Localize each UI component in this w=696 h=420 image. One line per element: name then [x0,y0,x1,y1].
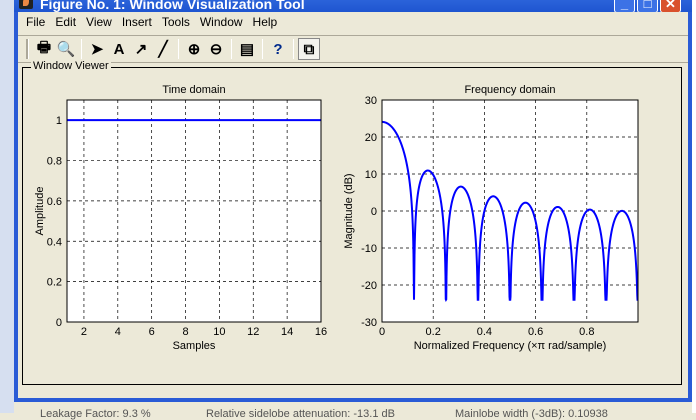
y-tick-label: 1 [56,115,62,127]
menu-bar: File Edit View Insert Tools Window Help [18,12,688,32]
mainlobe-width: Mainlobe width (-3dB): 0.10938 [455,408,608,420]
menu-window[interactable]: Window [195,12,248,32]
x-tick-label: 0.4 [477,326,492,338]
whats-this-icon[interactable]: ? [267,38,289,60]
toolbar-separator [293,39,294,59]
window-analysis-icon[interactable]: ▤ [236,38,258,60]
x-tick-label: 6 [149,326,155,338]
y-tick-label: 0.2 [47,277,62,289]
menu-view[interactable]: View [81,12,117,32]
x-tick-label: 0.2 [426,326,441,338]
leakage-factor: Leakage Factor: 9.3 % [40,408,151,420]
y-tick-label: 0 [56,317,62,329]
y-tick-label: 10 [365,169,377,181]
y-tick-label: 0 [371,206,377,218]
y-tick-label: -10 [361,243,377,255]
zoom-out-icon[interactable]: ⊖ [205,38,227,60]
x-tick-label: 0 [379,326,385,338]
y-tick-label: 0.8 [47,156,62,168]
menu-tools[interactable]: Tools [157,12,195,32]
new-window-icon[interactable]: ⧉ [298,38,320,60]
x-tick-label: 14 [281,326,293,338]
y-tick-label: 0.6 [47,196,62,208]
y-tick-label: 30 [365,95,377,107]
zoom-in-icon[interactable]: ⊕ [183,38,205,60]
x-tick-label: 0.6 [528,326,543,338]
y-tick-label: -30 [361,317,377,329]
insert-line-icon[interactable]: ╱ [152,38,174,60]
axes-title: Frequency domain [464,84,555,96]
x-tick-label: 16 [315,326,327,338]
window-viewer-panel: Window Viewer 2 4 6 8 10 12 14 16 0 0.2 0.4 0.6 0.8 1… [22,60,682,420]
x-tick-label: 12 [247,326,259,338]
background-app-right [692,0,696,413]
toolbar: 🖶 🔍 ➤ A ↗ ╱ ⊕ ⊖ ▤? ⧉ [18,35,688,63]
y-axis-label: Magnitude (dB) [343,173,355,248]
matlab-icon [19,0,33,9]
y-axis-label: Amplitude [34,187,46,236]
x-axis-label: Samples [173,340,216,352]
toolbar-separator [262,39,263,59]
y-tick-label: 20 [365,132,377,144]
y-tick-label: 0.4 [47,236,62,248]
x-tick-label: 2 [81,326,87,338]
toolbar-separator [178,39,179,59]
print-preview-icon[interactable]: 🔍 [55,38,77,60]
menu-help[interactable]: Help [248,12,283,32]
background-app [0,0,14,413]
menu-insert[interactable]: Insert [117,12,157,32]
sidelobe-attenuation: Relative sidelobe attenuation: -13.1 dB [206,408,395,420]
figure-window: Figure No. 1: Window Visualization Tool … [14,0,692,420]
axes-title: Time domain [162,84,225,96]
insert-arrow-icon[interactable]: ↗ [130,38,152,60]
x-tick-label: 0.8 [579,326,594,338]
plots: 2 4 6 8 10 12 14 16 0 0.2 0.4 0.6 0.8 1 Time domain Sam… [34,84,639,352]
select-arrow-icon[interactable]: ➤ [86,38,108,60]
x-tick-label: 4 [115,326,121,338]
x-tick-label: 10 [213,326,225,338]
x-axis-label: Normalized Frequency (×π rad/sample) [414,340,607,352]
menu-edit[interactable]: Edit [50,12,81,32]
insert-text-icon[interactable]: A [108,38,130,60]
axes-background [67,100,321,322]
y-tick-label: -20 [361,280,377,292]
menu-file[interactable]: File [21,12,50,32]
x-tick-label: 8 [182,326,188,338]
title-bar: Figure No. 1: Window Visualization Tool … [14,0,692,13]
toolbar-separator [81,39,82,59]
toolbar-grip[interactable] [26,39,29,59]
toolbar-separator [231,39,232,59]
window-title: Figure No. 1: Window Visualization Tool [40,0,305,12]
print-icon[interactable]: 🖶 [33,38,55,60]
